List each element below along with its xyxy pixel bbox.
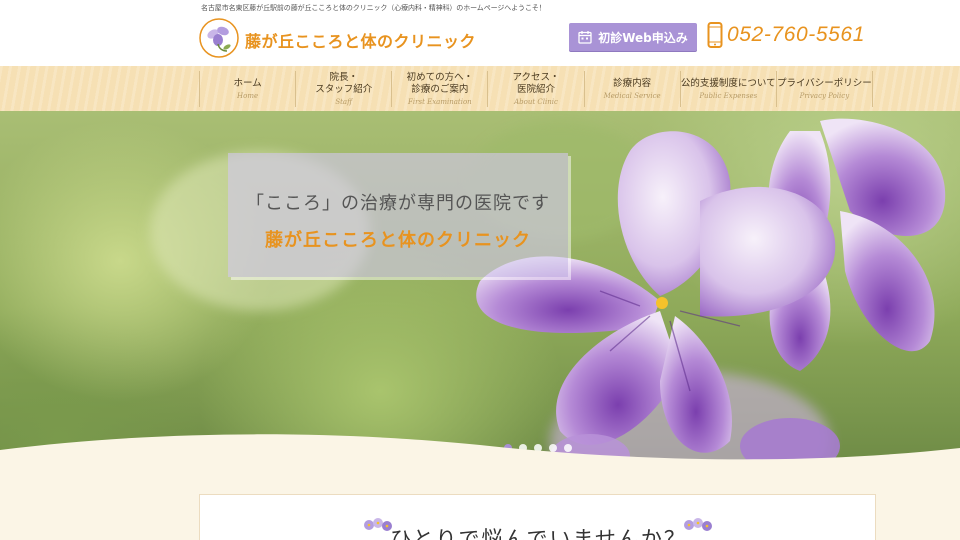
web-application-label: 初診Web申込み: [598, 30, 688, 45]
nav-label-jp: ホーム: [233, 77, 262, 89]
nav-item-medical-service[interactable]: 診療内容 Medical Service: [583, 71, 680, 107]
nav-label-jp: 院長・ スタッフ紹介: [315, 71, 373, 95]
nav-label-en: Privacy Policy: [799, 91, 850, 100]
violet-decoration-icon: [684, 518, 712, 531]
wave-divider: [0, 434, 960, 480]
nav-label-jp: 診療内容: [613, 77, 652, 89]
hero-caption-line1: 「こころ」の治療が専門の医院です: [246, 193, 550, 214]
nav-label-en: Home: [237, 91, 259, 100]
nav-label-en: About Clinic: [514, 97, 558, 106]
nav-item-home[interactable]: ホーム Home: [199, 71, 295, 107]
intro-section: ひとりで悩んでいませんか？: [199, 494, 876, 540]
calendar-icon: [578, 31, 592, 44]
nav-label-en: First Examination: [408, 97, 472, 106]
hero-caption-line2: 藤が丘こころと体のクリニック: [265, 230, 531, 251]
nav-label-jp: 初めての方へ・ 診療のご案内: [406, 71, 474, 95]
hero-caption: 「こころ」の治療が専門の医院です 藤が丘こころと体のクリニック: [228, 153, 568, 277]
header-tagline: 名古屋市名東区藤が丘駅前の藤が丘こころと体のクリニック（心療内科・精神科）のホー…: [201, 4, 546, 12]
phone-number: 052-760-5561: [727, 23, 865, 46]
nav-label-jp: アクセス・ 医院紹介: [512, 71, 560, 95]
logo-text: 藤が丘こころと体のクリニック: [245, 32, 477, 51]
nav-item-first-examination[interactable]: 初めての方へ・ 診療のご案内 First Examination: [391, 71, 487, 107]
global-nav: ホーム Home 院長・ スタッフ紹介 Staff 初めての方へ・ 診療のご案内…: [0, 66, 960, 111]
smartphone-icon: [707, 22, 723, 48]
nav-label-jp: プライバシーポリシー: [777, 77, 872, 89]
nav-list: ホーム Home 院長・ スタッフ紹介 Staff 初めての方へ・ 診療のご案内…: [199, 71, 873, 107]
nav-label-jp: 公的支援制度について: [680, 77, 776, 89]
nav-item-public-expenses[interactable]: 公的支援制度について Public Expenses: [679, 71, 776, 107]
logo-violet-icon: [199, 18, 239, 58]
site-header: 名古屋市名東区藤が丘駅前の藤が丘こころと体のクリニック（心療内科・精神科）のホー…: [0, 0, 960, 66]
web-application-button[interactable]: 初診Web申込み: [569, 23, 697, 51]
nav-item-privacy-policy[interactable]: プライバシーポリシー Privacy Policy: [775, 71, 873, 107]
intro-heading: ひとりで悩んでいませんか？: [390, 527, 687, 540]
nav-item-staff[interactable]: 院長・ スタッフ紹介 Staff: [295, 71, 391, 107]
site-logo[interactable]: 藤が丘こころと体のクリニック: [199, 18, 489, 58]
nav-label-en: Staff: [335, 97, 353, 106]
nav-label-en: Public Expenses: [699, 91, 758, 100]
nav-item-about-clinic[interactable]: アクセス・ 医院紹介 About Clinic: [487, 71, 583, 107]
hero-slider[interactable]: 「こころ」の治療が専門の医院です 藤が丘こころと体のクリニック: [0, 111, 960, 472]
nav-label-en: Medical Service: [603, 91, 661, 100]
phone-link[interactable]: 052-760-5561: [707, 22, 865, 48]
